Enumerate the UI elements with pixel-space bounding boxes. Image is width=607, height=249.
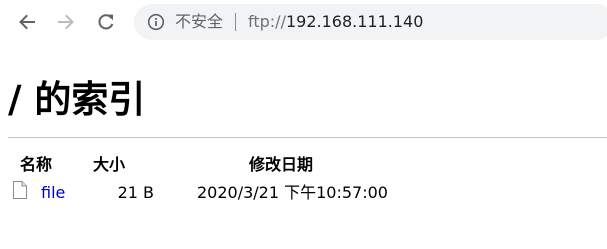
arrow-right-icon <box>58 14 74 30</box>
divider <box>8 137 607 138</box>
column-header-size[interactable]: 大小 <box>93 155 125 175</box>
security-status-label[interactable]: 不安全 <box>175 12 223 32</box>
reload-icon <box>98 14 114 30</box>
url-scheme: ftp:// <box>248 12 286 31</box>
back-button[interactable] <box>14 9 40 35</box>
reload-button[interactable] <box>93 9 119 35</box>
page-title: / 的索引 <box>8 78 146 121</box>
info-icon[interactable] <box>147 13 165 31</box>
file-icon <box>13 181 27 199</box>
url-host: 192.168.111.140 <box>285 12 424 31</box>
url-text[interactable]: ftp://192.168.111.140 <box>248 12 423 32</box>
forward-button[interactable] <box>53 9 79 35</box>
file-modified-date: 2020/3/21 下午10:57:00 <box>197 183 388 202</box>
file-size: 21 B <box>117 183 154 202</box>
arrow-left-icon <box>19 14 35 30</box>
omnibox-divider <box>235 13 236 31</box>
file-link[interactable]: file <box>41 183 65 203</box>
address-bar[interactable]: 不安全 ftp://192.168.111.140 <box>134 4 607 40</box>
browser-toolbar: 不安全 ftp://192.168.111.140 <box>0 0 607 46</box>
column-header-name[interactable]: 名称 <box>20 155 52 175</box>
column-header-date[interactable]: 修改日期 <box>249 155 313 175</box>
